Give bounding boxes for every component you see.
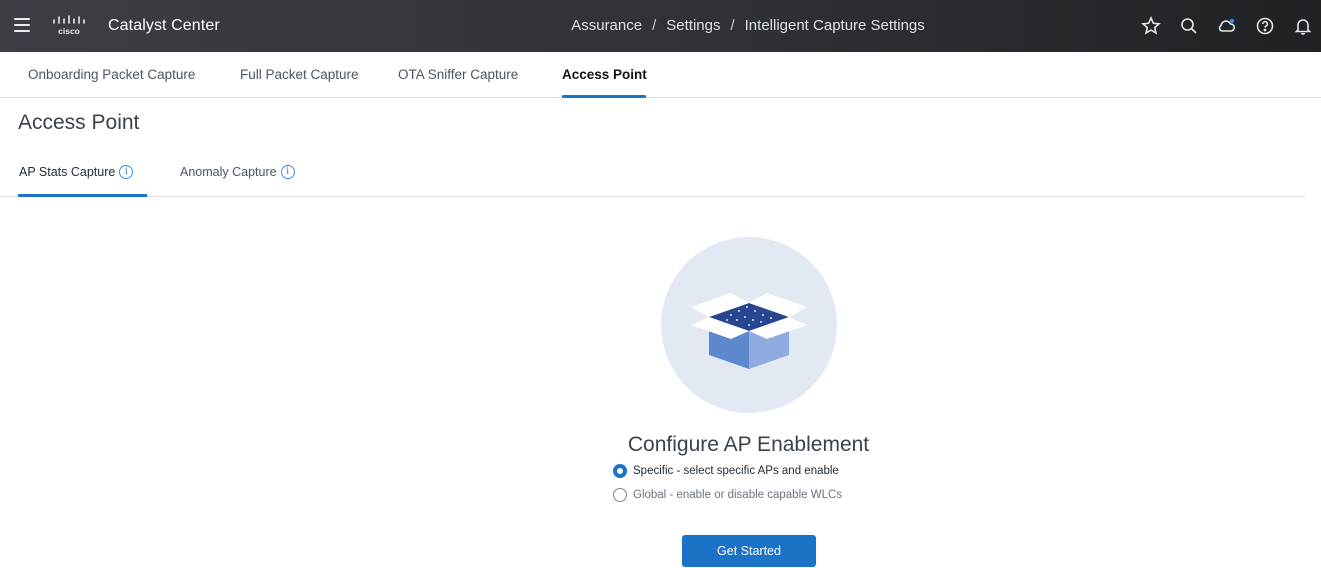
capture-type-tabs: Onboarding Packet Capture Full Packet Ca… — [0, 52, 1321, 98]
breadcrumb-separator: / — [652, 17, 657, 34]
open-box-illustration — [661, 237, 837, 413]
breadcrumb-item-settings[interactable]: Settings — [666, 17, 720, 34]
access-point-subtabs: AP Stats Capture i Anomaly Capture i — [0, 150, 1305, 197]
radio-button[interactable] — [613, 464, 627, 478]
cloud-icon[interactable] — [1215, 14, 1239, 38]
subtab-anomaly-capture[interactable]: Anomaly Capture i — [180, 165, 295, 179]
subtab-ap-stats-capture[interactable]: AP Stats Capture i — [19, 165, 134, 179]
active-subtab-indicator — [18, 194, 147, 197]
subtab-label: AP Stats Capture — [19, 165, 116, 179]
radio-option-specific[interactable]: Specific - select specific APs and enabl… — [613, 464, 839, 478]
tab-access-point[interactable]: Access Point — [562, 67, 647, 82]
get-started-button[interactable]: Get Started — [682, 535, 816, 567]
tab-ota-sniffer-capture[interactable]: OTA Sniffer Capture — [398, 67, 518, 82]
breadcrumb-item-assurance[interactable]: Assurance — [571, 17, 642, 34]
breadcrumb-item-current: Intelligent Capture Settings — [744, 17, 925, 34]
top-navigation-bar: cisco Catalyst Center Assurance / Settings… — [0, 0, 1321, 52]
breadcrumb-separator: / — [730, 17, 735, 34]
radio-label: Global - enable or disable capable WLCs — [633, 489, 843, 501]
star-icon[interactable] — [1139, 14, 1163, 38]
empty-state-title: Configure AP Enablement — [627, 433, 870, 456]
breadcrumb: Assurance / Settings / Intelligent Capture S… — [0, 17, 1321, 34]
radio-button[interactable] — [613, 488, 627, 502]
info-icon[interactable]: i — [119, 165, 134, 179]
search-icon[interactable] — [1177, 14, 1201, 38]
tab-onboarding-packet-capture[interactable]: Onboarding Packet Capture — [28, 67, 195, 82]
help-icon[interactable] — [1253, 14, 1277, 38]
tab-full-packet-capture[interactable]: Full Packet Capture — [240, 67, 359, 82]
active-tab-indicator — [562, 95, 646, 98]
bell-icon[interactable] — [1291, 14, 1315, 38]
radio-option-global[interactable]: Global - enable or disable capable WLCs — [613, 488, 842, 502]
info-icon[interactable]: i — [280, 165, 295, 179]
subtab-label: Anomaly Capture — [180, 165, 277, 179]
radio-label: Specific - select specific APs and enabl… — [633, 465, 839, 477]
page-title: Access Point — [18, 111, 140, 134]
